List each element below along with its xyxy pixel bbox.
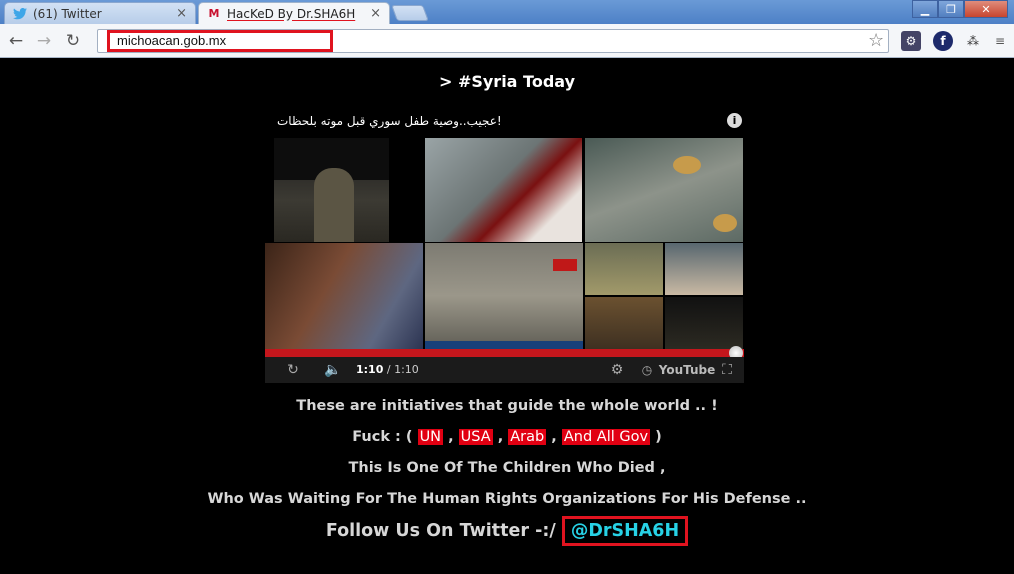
info-icon[interactable]: i — [727, 113, 742, 128]
video-frame-tile — [585, 138, 743, 242]
fullscreen-icon[interactable]: ⛶ — [717, 361, 737, 379]
reload-icon[interactable]: ↻ — [63, 31, 83, 51]
maximize-button[interactable]: ❐ — [938, 0, 964, 18]
forward-arrow-icon[interactable]: → — [34, 31, 54, 51]
video-frame-tile — [585, 243, 663, 295]
twitter-handle-link[interactable]: @DrSHA6H — [561, 516, 689, 546]
fuck-prefix: Fuck : ( — [352, 429, 413, 445]
fuck-line: Fuck : ( UN , USA , Arab , And All Gov ) — [352, 429, 662, 445]
page-heading: > #Syria Today — [438, 72, 576, 91]
settings-gear-icon[interactable]: ⚙ — [607, 361, 627, 379]
watch-later-clock-icon[interactable]: ◷ — [637, 361, 657, 379]
target-un: UN — [417, 429, 444, 445]
time-total: / 1:10 — [386, 363, 419, 376]
extension-icon[interactable]: ⚙ — [901, 31, 921, 51]
youtube-logo[interactable]: YouTube — [659, 361, 716, 379]
video-frame-tile — [585, 297, 663, 349]
video-player[interactable]: !عجيب..وصية طفل سوري قبل موته بلحظات i ↻… — [265, 108, 744, 383]
follow-prefix: Follow Us On Twitter -:/ — [325, 521, 556, 541]
extension-f-icon[interactable]: f — [933, 31, 953, 51]
bookmark-star-icon[interactable]: ☆ — [868, 30, 884, 51]
video-frame-tile — [425, 138, 582, 242]
url-text[interactable]: michoacan.gob.mx — [117, 33, 226, 48]
video-frame-tile — [265, 243, 423, 349]
close-tab-icon[interactable]: × — [176, 6, 187, 21]
tab-title: HacKeD By Dr.SHA6H — [227, 6, 356, 21]
new-tab-button[interactable] — [391, 5, 429, 21]
human-rights-line: Who Was Waiting For The Human Rights Org… — [207, 491, 807, 507]
video-frame-tile — [665, 243, 743, 295]
tab-twitter[interactable]: (61) Twitter × — [4, 2, 196, 24]
time-current: 1:10 — [356, 363, 384, 376]
close-tab-icon[interactable]: × — [370, 6, 381, 21]
mcafee-m-icon: M — [208, 7, 220, 20]
target-all-gov: And All Gov — [561, 429, 651, 445]
initiatives-line: These are initiatives that guide the who… — [296, 398, 718, 414]
browser-tab-bar: (61) Twitter × M HacKeD By Dr.SHA6H × ▁ … — [0, 0, 1014, 24]
twitter-bird-icon — [13, 7, 27, 21]
video-frame-tile — [425, 243, 583, 349]
back-arrow-icon[interactable]: ← — [6, 31, 26, 51]
video-time: 1:10 / 1:10 — [356, 363, 419, 376]
tab-title: (61) Twitter — [33, 6, 102, 21]
fuck-suffix: ) — [655, 429, 662, 445]
video-title[interactable]: !عجيب..وصية طفل سوري قبل موته بلحظات — [277, 114, 502, 128]
extension-share-icon[interactable]: ⁂ — [963, 31, 983, 51]
target-usa: USA — [458, 429, 493, 445]
target-arab: Arab — [508, 429, 547, 445]
close-window-button[interactable]: ✕ — [964, 0, 1008, 18]
tab-hacked[interactable]: M HacKeD By Dr.SHA6H × — [198, 2, 390, 24]
video-progress-bar[interactable] — [265, 349, 744, 357]
video-controls-bar: ↻ 🔈 1:10 / 1:10 ⚙ ◷ YouTube ⛶ — [265, 357, 744, 383]
window-controls: ▁ ❐ ✕ — [912, 0, 1008, 18]
volume-icon[interactable]: 🔈 — [322, 361, 344, 379]
menu-wrench-icon[interactable]: ≡ — [990, 31, 1010, 51]
replay-icon[interactable]: ↻ — [283, 361, 303, 379]
follow-twitter-line: Follow Us On Twitter -:/ @DrSHA6H — [0, 516, 1014, 546]
video-frame-tile — [665, 297, 743, 349]
minimize-button[interactable]: ▁ — [912, 0, 938, 18]
children-line: This Is One Of The Children Who Died , — [348, 460, 666, 476]
video-frame-tile — [274, 138, 389, 242]
youtube-label: YouTube — [658, 363, 716, 377]
